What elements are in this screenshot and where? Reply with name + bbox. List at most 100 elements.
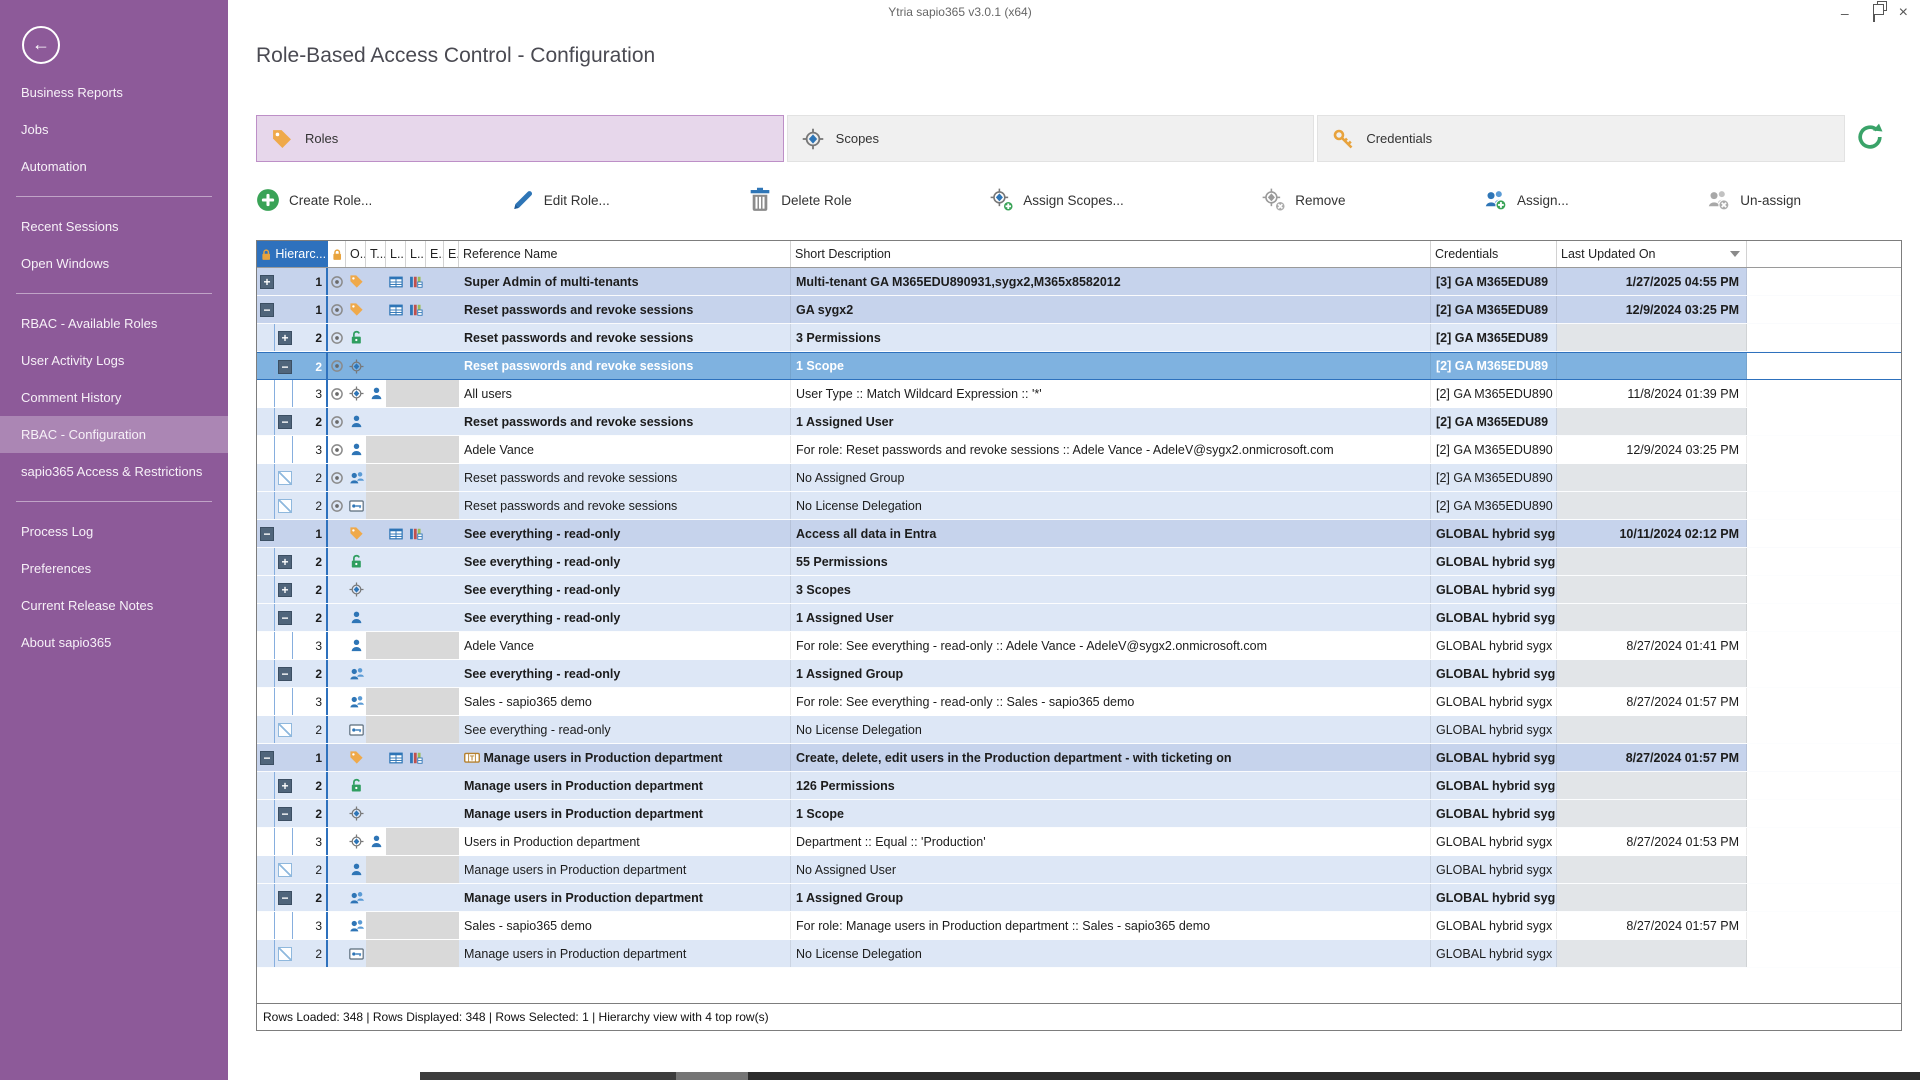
icon-cell bbox=[406, 576, 426, 603]
column-header-credentials[interactable]: Credentials bbox=[1431, 241, 1557, 267]
collapse-icon[interactable]: − bbox=[278, 667, 292, 681]
toolbar-label: Create Role... bbox=[289, 193, 372, 208]
table-row[interactable]: −1Reset passwords and revoke sessionsGA … bbox=[257, 296, 1901, 324]
no-children-icon bbox=[278, 863, 292, 877]
delete-role-button[interactable]: Delete Role bbox=[748, 187, 852, 212]
table-row[interactable]: −2Manage users in Production department1… bbox=[257, 800, 1901, 828]
short-description-cell: GA sygx2 bbox=[791, 296, 1431, 323]
close-button[interactable]: × bbox=[1899, 6, 1908, 20]
column-header-hierarc-[interactable]: Hierarc... bbox=[257, 241, 328, 267]
table-row[interactable]: 3Adele VanceFor role: See everything - r… bbox=[257, 632, 1901, 660]
column-header-icon-1[interactable] bbox=[328, 241, 346, 267]
sidebar-item-rbac-available-roles[interactable]: RBAC - Available Roles bbox=[0, 305, 228, 342]
sidebar-item-sapio365-access-restrictions[interactable]: sapio365 Access & Restrictions bbox=[0, 453, 228, 490]
expand-icon[interactable]: + bbox=[278, 779, 292, 793]
tab-label: Credentials bbox=[1366, 131, 1432, 146]
table-row[interactable]: −2See everything - read-only1 Assigned U… bbox=[257, 604, 1901, 632]
column-header-l-[interactable]: L... bbox=[406, 241, 426, 267]
column-header-last-updated-on[interactable]: Last Updated On bbox=[1557, 241, 1747, 267]
collapse-icon[interactable]: − bbox=[278, 360, 292, 374]
refresh-button[interactable] bbox=[1850, 114, 1890, 160]
table-row[interactable]: −2Reset passwords and revoke sessions1 S… bbox=[257, 352, 1901, 380]
table-row[interactable]: 3Users in Production departmentDepartmen… bbox=[257, 828, 1901, 856]
assign-scopes-button[interactable]: Assign Scopes... bbox=[990, 188, 1124, 212]
expand-icon[interactable]: + bbox=[278, 331, 292, 345]
icon-cell bbox=[444, 296, 459, 323]
edit-role-button[interactable]: Edit Role... bbox=[511, 188, 610, 212]
column-header-icon-12[interactable] bbox=[1747, 241, 1901, 267]
table-row[interactable]: 2See everything - read-onlyNo License De… bbox=[257, 716, 1901, 744]
sidebar-item-recent-sessions[interactable]: Recent Sessions bbox=[0, 208, 228, 245]
hierarchy-cell: −2 bbox=[257, 660, 328, 687]
back-button[interactable]: ← bbox=[22, 26, 60, 64]
sidebar-item-process-log[interactable]: Process Log bbox=[0, 513, 228, 550]
table-row[interactable]: 2Reset passwords and revoke sessionsNo A… bbox=[257, 464, 1901, 492]
table-row[interactable]: 3Adele VanceFor role: Reset passwords an… bbox=[257, 436, 1901, 464]
sidebar-item-current-release-notes[interactable]: Current Release Notes bbox=[0, 587, 228, 624]
table-row[interactable]: −1T Manage users in Production departmen… bbox=[257, 744, 1901, 772]
icon-cell bbox=[426, 744, 444, 771]
assign-button[interactable]: Assign... bbox=[1484, 188, 1569, 212]
column-header-o-[interactable]: O.. bbox=[346, 241, 366, 267]
expand-icon[interactable]: + bbox=[278, 555, 292, 569]
table-row[interactable]: −2Reset passwords and revoke sessions1 A… bbox=[257, 408, 1901, 436]
table-row[interactable]: −1See everything - read-onlyAccess all d… bbox=[257, 520, 1901, 548]
table-row[interactable]: +2See everything - read-only55 Permissio… bbox=[257, 548, 1901, 576]
sidebar-item-user-activity-logs[interactable]: User Activity Logs bbox=[0, 342, 228, 379]
column-header-l-[interactable]: L... bbox=[386, 241, 406, 267]
collapse-icon[interactable]: − bbox=[260, 527, 274, 541]
no-children-icon bbox=[278, 723, 292, 737]
column-header-short-description[interactable]: Short Description bbox=[791, 241, 1431, 267]
credentials-text: [2] GA M365EDU89 bbox=[1436, 331, 1548, 345]
table-row[interactable]: −2See everything - read-only1 Assigned G… bbox=[257, 660, 1901, 688]
sidebar-item-comment-history[interactable]: Comment History bbox=[0, 379, 228, 416]
sidebar-item-automation[interactable]: Automation bbox=[0, 148, 228, 185]
collapse-icon[interactable]: − bbox=[278, 415, 292, 429]
tab-credentials[interactable]: Credentials bbox=[1317, 115, 1845, 162]
tag-icon bbox=[271, 128, 293, 150]
sidebar-item-jobs[interactable]: Jobs bbox=[0, 111, 228, 148]
column-header-e-[interactable]: E... bbox=[444, 241, 459, 267]
collapse-icon[interactable]: − bbox=[260, 751, 274, 765]
table-row[interactable]: +2See everything - read-only3 ScopesGLOB… bbox=[257, 576, 1901, 604]
table-row[interactable]: 2Reset passwords and revoke sessionsNo L… bbox=[257, 492, 1901, 520]
tab-scopes[interactable]: Scopes bbox=[787, 115, 1315, 162]
table-row[interactable]: +1Super Admin of multi-tenantsMulti-tena… bbox=[257, 268, 1901, 296]
sort-dropdown-icon[interactable] bbox=[1730, 251, 1740, 257]
table-row[interactable]: 3All usersUser Type :: Match Wildcard Ex… bbox=[257, 380, 1901, 408]
icon-cell bbox=[366, 884, 386, 911]
sidebar-item-business-reports[interactable]: Business Reports bbox=[0, 74, 228, 111]
unassign-button[interactable]: Un-assign bbox=[1707, 188, 1801, 212]
expand-icon[interactable]: + bbox=[260, 275, 274, 289]
table-row[interactable]: −2Manage users in Production department1… bbox=[257, 884, 1901, 912]
last-updated-cell bbox=[1557, 884, 1747, 911]
table-row[interactable]: +2Reset passwords and revoke sessions3 P… bbox=[257, 324, 1901, 352]
remove-button[interactable]: Remove bbox=[1262, 188, 1345, 212]
sidebar-item-open-windows[interactable]: Open Windows bbox=[0, 245, 228, 282]
column-header-reference-name[interactable]: Reference Name bbox=[459, 241, 791, 267]
table-row[interactable]: 3Sales - sapio365 demoFor role: Manage u… bbox=[257, 912, 1901, 940]
table-row[interactable]: +2Manage users in Production department1… bbox=[257, 772, 1901, 800]
short-description-text: 1 Scope bbox=[796, 359, 844, 373]
restore-button[interactable] bbox=[1873, 6, 1875, 20]
sidebar-item-about-sapio365[interactable]: About sapio365 bbox=[0, 624, 228, 661]
sidebar-item-preferences[interactable]: Preferences bbox=[0, 550, 228, 587]
hierarchy-cell: −2 bbox=[257, 353, 328, 379]
collapse-icon[interactable]: − bbox=[278, 611, 292, 625]
collapse-icon[interactable]: − bbox=[278, 891, 292, 905]
tab-roles[interactable]: Roles bbox=[256, 115, 784, 162]
sidebar-item-rbac-configuration[interactable]: RBAC - Configuration bbox=[0, 416, 228, 453]
collapse-icon[interactable]: − bbox=[260, 303, 274, 317]
collapse-icon[interactable]: − bbox=[278, 807, 292, 821]
tree-guide bbox=[274, 940, 275, 967]
table-row[interactable]: 3Sales - sapio365 demoFor role: See ever… bbox=[257, 688, 1901, 716]
table-row[interactable]: 2Manage users in Production departmentNo… bbox=[257, 940, 1901, 968]
short-description-cell: No Assigned Group bbox=[791, 464, 1431, 491]
expand-icon[interactable]: + bbox=[278, 583, 292, 597]
create-role-button[interactable]: Create Role... bbox=[256, 188, 372, 212]
table-row[interactable]: 2Manage users in Production departmentNo… bbox=[257, 856, 1901, 884]
column-header-t-[interactable]: T... bbox=[366, 241, 386, 267]
hierarchy-level: 3 bbox=[315, 828, 322, 855]
column-header-e-[interactable]: E... bbox=[426, 241, 444, 267]
minimize-button[interactable]: – bbox=[1841, 6, 1849, 20]
